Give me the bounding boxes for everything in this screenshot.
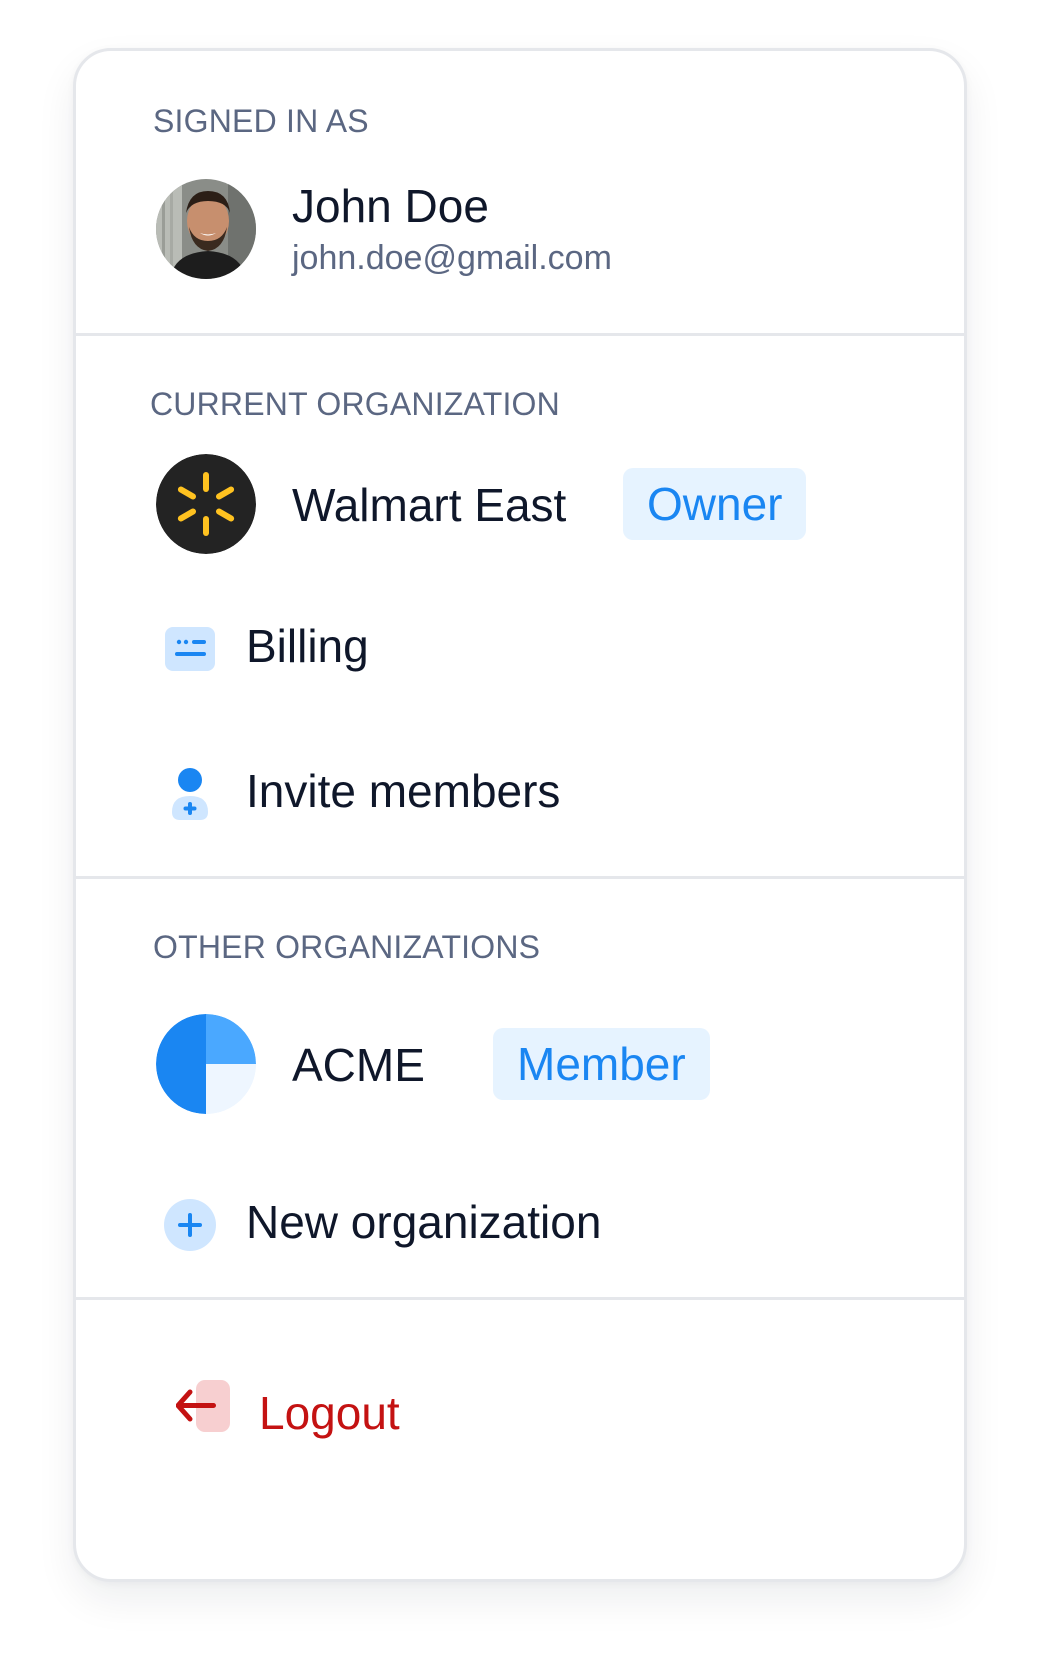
account-menu: SIGNED IN AS John Doe john.doe@gmail.com [73, 48, 967, 1582]
invite-members-menu-item[interactable]: Invite members [76, 748, 964, 838]
org-name: ACME [292, 1039, 425, 1091]
current-org-name: Walmart East [292, 479, 567, 531]
signed-in-label: SIGNED IN AS [153, 103, 369, 139]
logout-arrow-icon [175, 1376, 236, 1436]
user-profile[interactable]: John Doe john.doe@gmail.com [76, 179, 964, 289]
other-orgs-label: OTHER ORGANIZATIONS [153, 929, 541, 965]
user-name: John Doe [292, 180, 489, 232]
logout-button[interactable]: Logout [76, 1362, 964, 1462]
current-org-label: CURRENT ORGANIZATION [150, 386, 560, 422]
invite-members-label: Invite members [246, 765, 561, 817]
user-email: john.doe@gmail.com [292, 239, 612, 277]
signed-in-section: SIGNED IN AS John Doe john.doe@gmail.com [76, 51, 964, 333]
billing-menu-item[interactable]: Billing [76, 603, 964, 693]
new-organization-menu-item[interactable]: New organization [76, 1179, 964, 1269]
user-avatar [156, 179, 256, 279]
billing-label: Billing [246, 620, 369, 672]
owner-badge: Owner [623, 468, 807, 540]
other-orgs-section: OTHER ORGANIZATIONS ACME Member New orga… [76, 879, 964, 1297]
current-org-section: CURRENT ORGANIZATION Walmart East Owner [76, 336, 964, 876]
member-badge: Member [493, 1028, 710, 1100]
logout-label: Logout [259, 1387, 400, 1439]
avatar-photo-icon [156, 179, 256, 279]
plus-circle-icon [164, 1199, 216, 1251]
new-organization-label: New organization [246, 1196, 602, 1248]
walmart-logo-icon [156, 454, 256, 554]
acme-logo-icon [156, 1014, 256, 1114]
billing-card-icon [164, 623, 216, 675]
logout-section: Logout [76, 1300, 964, 1579]
user-plus-icon [164, 768, 216, 820]
org-row-acme[interactable]: ACME Member [76, 1014, 964, 1114]
current-org-row[interactable]: Walmart East Owner [76, 454, 964, 554]
